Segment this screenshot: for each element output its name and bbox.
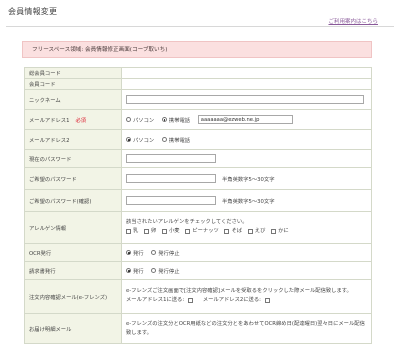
invoice-label: 請求書発行 — [24, 261, 122, 280]
row-new-password: ご希望のパスワード 半角英数字5～30文字 — [24, 167, 372, 190]
allergy-checkbox-egg[interactable] — [144, 229, 149, 234]
row-new-password-confirm: ご希望のパスワード(確認) 半角英数字5～30文字 — [24, 189, 372, 212]
order-mail-send1-checkbox[interactable] — [188, 298, 194, 303]
row-ocr: OCR発行 発行 発行停止 — [24, 243, 372, 262]
guide-link[interactable]: ご利用案内はこちら — [328, 17, 378, 25]
new-password-confirm-hint: 半角英数字5～30文字 — [222, 198, 275, 205]
title-divider — [6, 26, 394, 27]
mail2-pc-label: パソコン — [133, 137, 155, 144]
ocr-label: OCR発行 — [24, 243, 122, 262]
new-password-input[interactable] — [126, 174, 216, 183]
allergy-label-egg: 卵 — [151, 228, 157, 234]
row-invoice: 請求書発行 発行 発行停止 — [24, 261, 372, 280]
current-password-input[interactable] — [126, 154, 216, 163]
ocr-off-label: 発行停止 — [158, 250, 180, 257]
free-space-notice: フリースペース領域: 会員情報修正画面(コーブ取いち) — [22, 41, 372, 58]
mail1-label-text: メールアドレス1 — [29, 117, 70, 124]
mail1-mobile-label: 携帯電話 — [168, 117, 191, 124]
order-mail-send1-label: メールアドレス1に送る: — [126, 297, 185, 303]
member-code-value — [121, 78, 372, 90]
delivery-mail-label: お届け明細メール — [24, 313, 122, 344]
allergy-label-soba: そば — [231, 228, 243, 234]
allergy-label-shrimp: えび — [254, 228, 266, 234]
ocr-off-radio[interactable] — [151, 250, 157, 255]
ocr-on-label: 発行 — [133, 250, 144, 257]
mail1-pc-radio[interactable] — [126, 117, 131, 122]
nickname-label: ニックネーム — [24, 89, 122, 110]
mail1-mobile-radio[interactable] — [161, 117, 167, 122]
order-mail-send2-checkbox[interactable] — [264, 298, 270, 303]
mail2-mobile-label: 携帯電話 — [168, 137, 191, 144]
allergy-label-crab: かに — [278, 228, 289, 234]
current-password-label: 現在のパスワード — [24, 149, 122, 168]
allergy-checkbox-milk[interactable] — [126, 229, 131, 234]
ocr-on-radio[interactable] — [126, 250, 131, 255]
new-password-hint: 半角英数字5～30文字 — [222, 176, 275, 183]
member-code-total-label: 総会員コード — [24, 67, 122, 79]
member-info-form: 総会員コード 会員コード ニックネーム メールアドレス1 必須 パソコン 携帯電話… — [24, 67, 372, 344]
invoice-on-radio[interactable] — [126, 268, 131, 273]
invoice-off-radio[interactable] — [151, 268, 157, 273]
allergy-options: 乳 卵 小麦 ピーナッツ そば えび かに — [126, 227, 367, 237]
mail1-input[interactable]: aaaaaaa@ezweb.ne.jp — [197, 115, 293, 124]
member-code-total-value — [121, 67, 372, 79]
mail2-mobile-radio[interactable] — [161, 137, 167, 142]
row-mail1: メールアドレス1 必須 パソコン 携帯電話 aaaaaaa@ezweb.ne.jp — [24, 109, 372, 130]
allergy-checkbox-shrimp[interactable] — [247, 229, 253, 234]
member-code-label: 会員コード — [24, 78, 122, 90]
row-delivery-mail: お届け明細メール e-フレンズの注文分とOCR用紙などの注文分とをあわせてOCR… — [24, 313, 372, 344]
order-mail-options: メールアドレス1に送る: メールアドレス2に送る: — [126, 296, 367, 306]
mail2-label: メールアドレス2 — [24, 129, 122, 150]
allergy-checkbox-crab[interactable] — [271, 229, 277, 234]
allergy-intro: 該当されたいアレルゲンをチェックしてください。 — [126, 219, 248, 225]
order-mail-desc: e-フレンズご注文画面で[注文内容確認]メールを受取るをクリックした際メール配信… — [126, 288, 352, 294]
required-badge: 必須 — [75, 117, 87, 124]
row-mail2: メールアドレス2 パソコン 携帯電話 — [24, 129, 372, 150]
allergy-label-wheat: 小麦 — [169, 228, 180, 234]
allergy-label-peanut: ピーナッツ — [192, 228, 219, 234]
allergy-label-milk: 乳 — [133, 228, 139, 234]
row-nickname: ニックネーム — [24, 89, 372, 110]
row-current-password: 現在のパスワード — [24, 149, 372, 168]
allergy-checkbox-peanut[interactable] — [185, 229, 191, 234]
order-mail-send2-label: メールアドレス2に送る: — [202, 297, 261, 303]
new-password-label: ご希望のパスワード — [24, 167, 122, 190]
title-bar: 会員情報変更 ご利用案内はこちら — [0, 0, 400, 28]
row-member-code-total: 総会員コード — [24, 67, 372, 79]
row-allergy: アレルゲン情報 該当されたいアレルゲンをチェックしてください。 乳 卵 小麦 ピ… — [24, 211, 372, 244]
new-password-confirm-input[interactable] — [126, 196, 216, 205]
invoice-off-label: 発行停止 — [158, 268, 180, 275]
row-member-code: 会員コード — [24, 78, 372, 90]
mail1-label: メールアドレス1 必須 — [24, 109, 122, 130]
new-password-confirm-label: ご希望のパスワード(確認) — [24, 189, 122, 212]
allergy-checkbox-wheat[interactable] — [162, 229, 167, 234]
allergy-checkbox-soba[interactable] — [224, 229, 230, 234]
mail2-pc-radio[interactable] — [126, 137, 131, 142]
row-order-mail: 注文内容確認メール(e-フレンズ) e-フレンズご注文画面で[注文内容確認]メー… — [24, 279, 372, 314]
delivery-mail-desc: e-フレンズの注文分とOCR用紙などの注文分とをあわせてOCR締め日(配達曜日)… — [126, 320, 365, 336]
mail1-pc-label: パソコン — [133, 117, 155, 124]
page-title: 会員情報変更 — [8, 7, 58, 16]
invoice-on-label: 発行 — [133, 268, 144, 275]
nickname-input[interactable] — [126, 95, 364, 104]
order-mail-label: 注文内容確認メール(e-フレンズ) — [24, 279, 122, 314]
allergy-label: アレルゲン情報 — [24, 211, 122, 244]
